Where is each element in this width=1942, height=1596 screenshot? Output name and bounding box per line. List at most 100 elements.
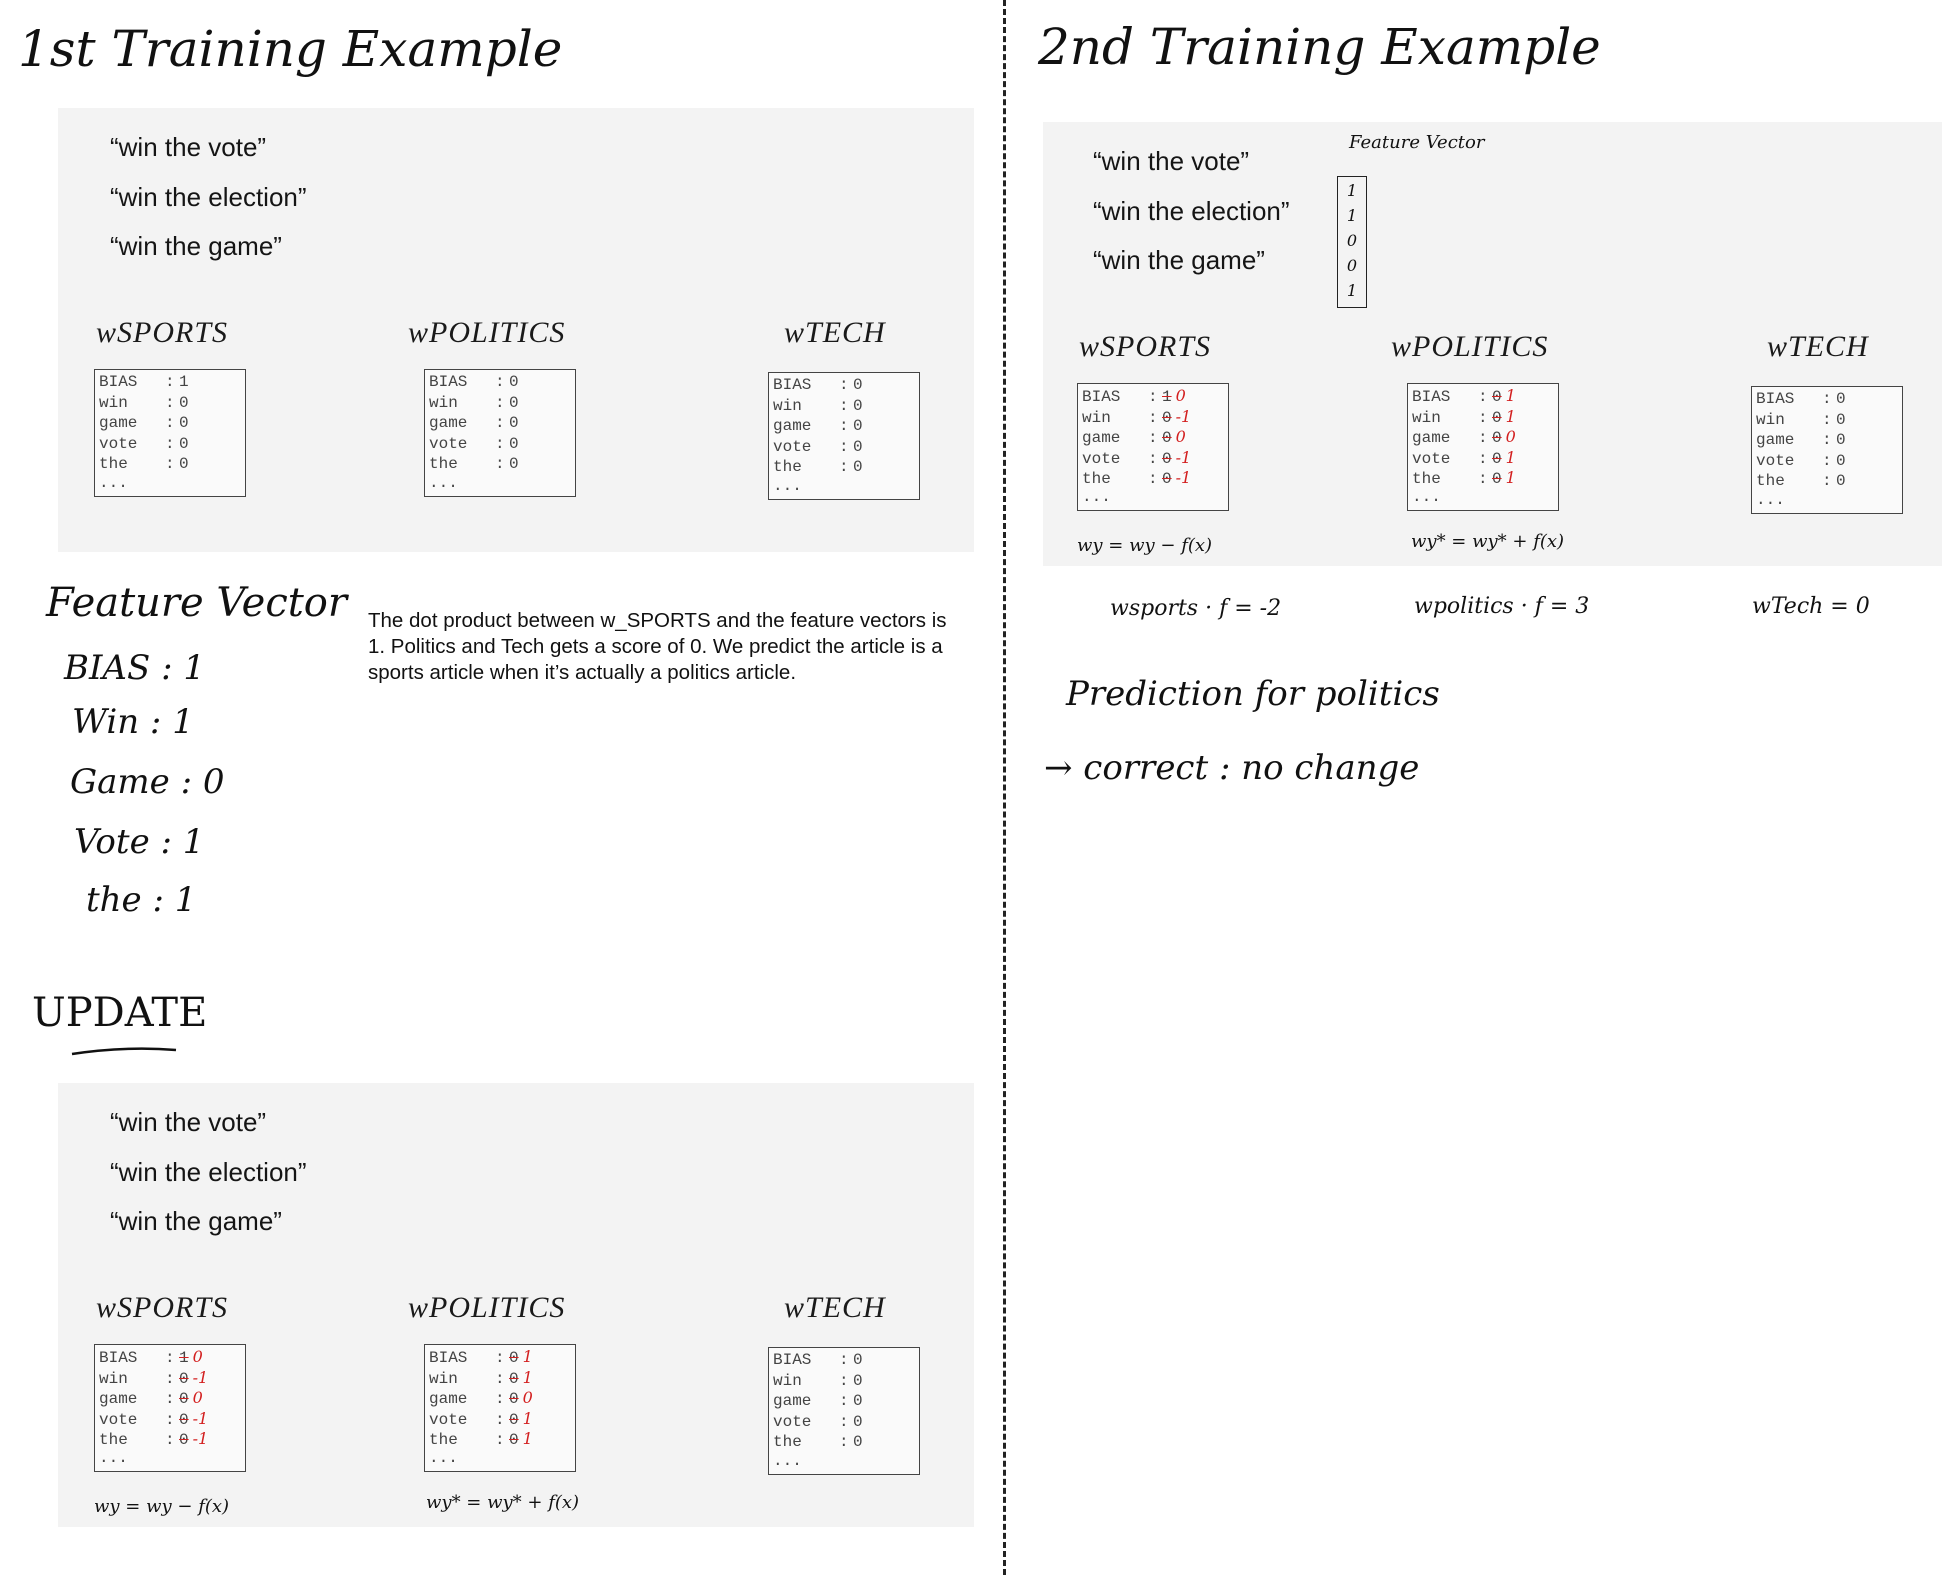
- weight-key: the: [99, 1431, 128, 1449]
- weight-row-vote: vote:0 -1: [1082, 448, 1224, 469]
- update-formula-politics: wy* = wy* + f(x): [1411, 531, 1565, 552]
- weight-row-the: the:0: [773, 1432, 915, 1453]
- weight-value: 0: [179, 455, 189, 473]
- weight-label-sports: wSPORTS: [96, 316, 229, 349]
- weight-value: 0: [509, 455, 519, 473]
- weight-colon: :: [495, 1369, 505, 1388]
- weight-key: win: [773, 396, 802, 415]
- weight-colon: :: [839, 458, 849, 476]
- weight-row-game: game:0 0: [1082, 427, 1224, 448]
- weights-box-tech: BIAS:0 win:0 game:0 vote:0 the:0...: [1751, 386, 1903, 514]
- weight-value: 0: [179, 393, 189, 412]
- weights-box-politics: BIAS:0 1 win:0 1 game:0 0 vote:0 1 the:0 1...: [1407, 383, 1559, 511]
- phrase-3: “win the game”: [1093, 245, 1265, 275]
- weight-colon: :: [1822, 390, 1832, 408]
- example-panel-bottom: “win the vote” “win the election” “win t…: [58, 1083, 974, 1527]
- weight-colon: :: [839, 1412, 849, 1431]
- weight-old-value: 0: [1162, 470, 1172, 488]
- weight-key: the: [773, 458, 802, 476]
- weights-box-sports-updated: BIAS:1 0 win:0 -1 game:0 0 vote:0 -1 the:0 -1...: [94, 1344, 246, 1472]
- weight-new-value: 1: [522, 1429, 533, 1448]
- weight-key: win: [99, 393, 128, 412]
- weight-old-value: 0: [1162, 429, 1172, 447]
- weight-colon: :: [165, 373, 175, 391]
- weight-key: game: [1412, 429, 1451, 447]
- phrase-1: “win the vote”: [110, 1107, 267, 1137]
- weight-row-game: game:0: [773, 1391, 915, 1412]
- weight-value: 0: [1836, 431, 1846, 449]
- weight-label-politics: wPOLITICS: [1391, 330, 1549, 363]
- weight-colon: :: [165, 1431, 175, 1449]
- weight-key: win: [99, 1369, 128, 1388]
- weight-key: BIAS: [429, 373, 468, 391]
- weight-new-value: 0: [1175, 427, 1186, 446]
- second-example-heading: 2nd Training Example: [1038, 18, 1601, 76]
- weight-colon: :: [839, 437, 849, 456]
- weight-label-sports: wSPORTS: [1079, 330, 1212, 363]
- weight-row-the: the:0: [773, 457, 915, 478]
- weight-value: 0: [853, 417, 863, 435]
- weight-new-value: 0: [522, 1388, 533, 1407]
- weight-key: BIAS: [1412, 388, 1451, 406]
- weight-ellipsis: ...: [1412, 487, 1441, 506]
- weight-value: 0: [853, 1412, 863, 1431]
- weight-colon: :: [839, 376, 849, 394]
- weight-key: win: [1082, 408, 1111, 427]
- weight-row-vote: vote:0 -1: [99, 1409, 241, 1430]
- feature-item-bias: BIAS : 1: [64, 648, 205, 688]
- weight-key: vote: [429, 434, 468, 453]
- weight-value: 0: [1836, 410, 1846, 429]
- weight-value: 0: [853, 396, 863, 415]
- feature-value: 0: [1346, 231, 1358, 250]
- weight-row-win: win:0: [773, 396, 915, 417]
- weight-row-win: win:0 -1: [1082, 407, 1224, 428]
- feature-item-vote: Vote : 1: [74, 822, 205, 862]
- feature-item-the: the : 1: [86, 880, 197, 920]
- score-tech: wTech = 0: [1752, 594, 1870, 619]
- weight-key: the: [773, 1433, 802, 1451]
- update-formula-politics: wy* = wy* + f(x): [426, 1492, 580, 1513]
- weight-row-win: win:0: [429, 393, 571, 414]
- weight-colon: :: [165, 1410, 175, 1429]
- weight-colon: :: [165, 1349, 175, 1367]
- weight-new-value: -1: [1175, 406, 1192, 426]
- weight-new-value: 1: [522, 1408, 533, 1428]
- weight-row-game: game:0: [429, 413, 571, 434]
- score-sports: wsports · f = -2: [1110, 596, 1282, 621]
- feature-value: 1: [1346, 281, 1358, 300]
- phrase-2: “win the election”: [110, 182, 307, 212]
- example-panel-top: “win the vote” “win the election” “win t…: [58, 108, 974, 552]
- weight-row-vote: vote:0: [773, 1412, 915, 1433]
- weight-label-politics: wPOLITICS: [408, 1291, 566, 1324]
- weight-old-value: 1: [179, 1349, 189, 1367]
- weight-old-value: 0: [179, 1390, 189, 1408]
- weight-key: vote: [99, 434, 138, 453]
- weight-row-bias: BIAS:1: [99, 372, 241, 393]
- weight-key: vote: [773, 437, 812, 456]
- weight-old-value: 0: [1492, 388, 1502, 406]
- weight-new-value: 1: [1505, 468, 1516, 487]
- weight-new-value: 1: [522, 1367, 533, 1387]
- weight-colon: :: [1148, 388, 1158, 406]
- phrase-1: “win the vote”: [110, 132, 267, 162]
- weight-colon: :: [1478, 429, 1488, 447]
- weight-row-game: game:0: [99, 413, 241, 434]
- weights-box-tech: BIAS:0 win:0 game:0 vote:0 the:0...: [768, 372, 920, 500]
- feature-vector-label: Feature Vector: [1349, 132, 1485, 153]
- weight-colon: :: [495, 1390, 505, 1408]
- update-heading: UPDATE: [32, 990, 208, 1036]
- weight-key: vote: [1756, 451, 1795, 470]
- weight-key: BIAS: [429, 1349, 468, 1367]
- weight-key: win: [773, 1371, 802, 1390]
- weight-row-bias: BIAS:0 1: [1412, 386, 1554, 407]
- score-politics: wpolitics · f = 3: [1414, 594, 1590, 619]
- weight-new-value: 1: [1505, 386, 1516, 405]
- weight-key: game: [99, 414, 138, 432]
- weight-value: 0: [509, 414, 519, 432]
- weight-old-value: 1: [1162, 388, 1172, 406]
- weight-new-value: -1: [192, 1429, 209, 1448]
- weight-ellipsis: ...: [773, 1451, 802, 1470]
- weight-old-value: 0: [179, 1431, 189, 1449]
- weight-key: the: [1412, 470, 1441, 488]
- weights-box-sports: BIAS:1 0 win:0 -1 game:0 0 vote:0 -1 the:0 -1...: [1077, 383, 1229, 511]
